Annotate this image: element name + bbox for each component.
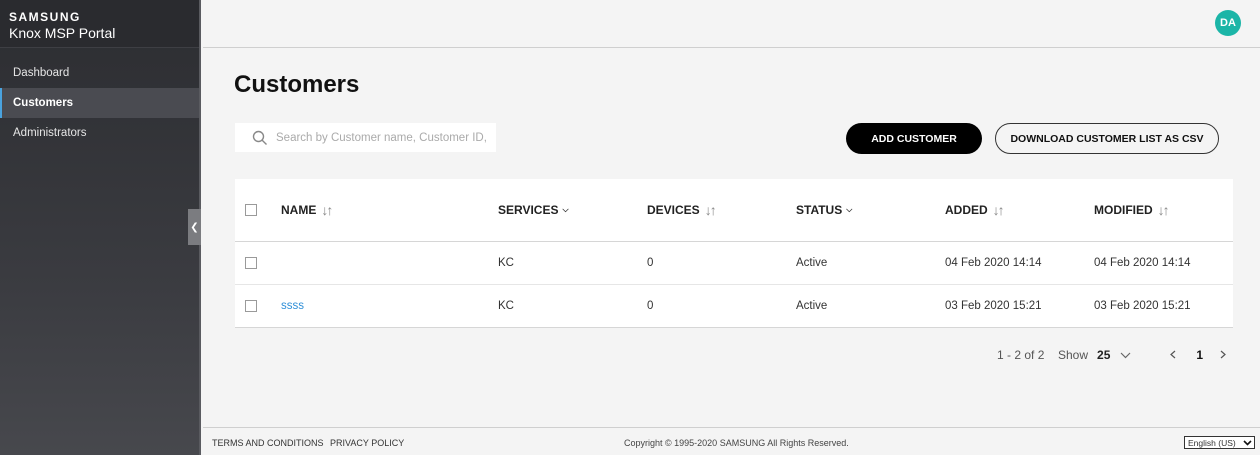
customer-added: 03 Feb 2020 15:21: [945, 300, 1042, 312]
chevron-right-icon: [1220, 350, 1226, 359]
search-box: [235, 123, 496, 152]
brand-logo[interactable]: SAMSUNG Knox MSP Portal: [0, 0, 199, 48]
copyright-text: Copyright © 1995-2020 SAMSUNG All Rights…: [624, 438, 849, 448]
column-header-services[interactable]: SERVICES ⌵: [498, 179, 569, 241]
customer-status: Active: [796, 300, 828, 312]
sidebar-collapse-button[interactable]: ❮: [188, 209, 201, 245]
search-input[interactable]: [276, 131, 488, 144]
customer-modified: 03 Feb 2020 15:21: [1094, 300, 1191, 312]
chevron-down-icon: [1243, 439, 1252, 446]
sort-icon: ↓↑: [704, 202, 717, 218]
language-value: English (US): [1188, 437, 1236, 448]
select-all-checkbox[interactable]: [245, 204, 257, 216]
user-avatar[interactable]: DA: [1215, 10, 1241, 36]
chevron-left-icon: [1170, 350, 1176, 359]
customer-devices: 0: [647, 300, 654, 312]
pagination: 1 - 2 of 2 Show 25 1: [997, 346, 1226, 364]
topbar: DA: [203, 0, 1260, 48]
brand-samsung: SAMSUNG: [9, 10, 81, 24]
customer-name-link[interactable]: ssss: [281, 285, 304, 327]
sidebar-item-dashboard[interactable]: Dashboard: [0, 58, 199, 88]
page-title: Customers: [234, 71, 360, 98]
terms-link[interactable]: TERMS AND CONDITIONS: [212, 438, 324, 448]
customer-services: KC: [498, 300, 514, 312]
row-checkbox[interactable]: [245, 257, 257, 269]
sidebar-nav: Dashboard Customers Administrators: [0, 58, 199, 148]
chevron-down-icon: ⌵: [562, 205, 569, 214]
customer-modified: 04 Feb 2020 14:14: [1094, 257, 1191, 269]
page-size-select[interactable]: 25: [1097, 348, 1110, 362]
sort-icon: ↓↑: [321, 202, 333, 218]
current-page[interactable]: 1: [1196, 348, 1203, 362]
add-customer-button[interactable]: ADD CUSTOMER: [846, 123, 982, 154]
previous-page-button[interactable]: [1170, 348, 1176, 362]
table-header: NAME ↓↑ SERVICES ⌵ DEVICES ↓↑ STATUS ⌵ ADDED…: [235, 179, 1233, 242]
page-size-label: Show: [1058, 348, 1089, 362]
download-csv-button[interactable]: DOWNLOAD CUSTOMER LIST AS CSV: [995, 123, 1219, 154]
footer: TERMS AND CONDITIONS PRIVACY POLICY Copy…: [203, 427, 1260, 455]
sidebar: SAMSUNG Knox MSP Portal Dashboard Custom…: [0, 0, 201, 455]
sidebar-item-customers[interactable]: Customers: [0, 88, 199, 118]
chevron-down-icon[interactable]: [1120, 348, 1131, 362]
next-page-button[interactable]: [1220, 348, 1226, 362]
column-header-name[interactable]: NAME ↓↑: [281, 179, 333, 241]
column-header-status[interactable]: STATUS ⌵: [796, 179, 852, 241]
sort-icon: ↓↑: [992, 202, 1005, 218]
sort-icon: ↓↑: [1157, 202, 1170, 218]
column-header-modified[interactable]: MODIFIED ↓↑: [1094, 179, 1170, 241]
chevron-down-icon: ⌵: [846, 205, 853, 214]
customer-devices: 0: [647, 257, 654, 269]
table-row[interactable]: KC 0 Active 04 Feb 2020 14:14 04 Feb 202…: [235, 242, 1233, 285]
customer-added: 04 Feb 2020 14:14: [945, 257, 1042, 269]
column-header-added[interactable]: ADDED ↓↑: [945, 179, 1005, 241]
customers-table: NAME ↓↑ SERVICES ⌵ DEVICES ↓↑ STATUS ⌵ ADDED…: [235, 179, 1233, 328]
sidebar-item-administrators[interactable]: Administrators: [0, 118, 199, 148]
customer-services: KC: [498, 257, 514, 269]
brand-portal-name: Knox MSP Portal: [9, 25, 116, 41]
pagination-range: 1 - 2 of 2: [997, 348, 1045, 362]
row-checkbox[interactable]: [245, 300, 257, 312]
privacy-link[interactable]: PRIVACY POLICY: [330, 438, 404, 448]
customer-status: Active: [796, 257, 828, 269]
search-icon: [252, 130, 267, 145]
chevron-left-icon: ❮: [190, 221, 199, 233]
column-header-devices[interactable]: DEVICES ↓↑: [647, 179, 717, 241]
language-select[interactable]: English (US): [1184, 436, 1255, 449]
table-row[interactable]: ssss KC 0 Active 03 Feb 2020 15:21 03 Fe…: [235, 285, 1233, 328]
